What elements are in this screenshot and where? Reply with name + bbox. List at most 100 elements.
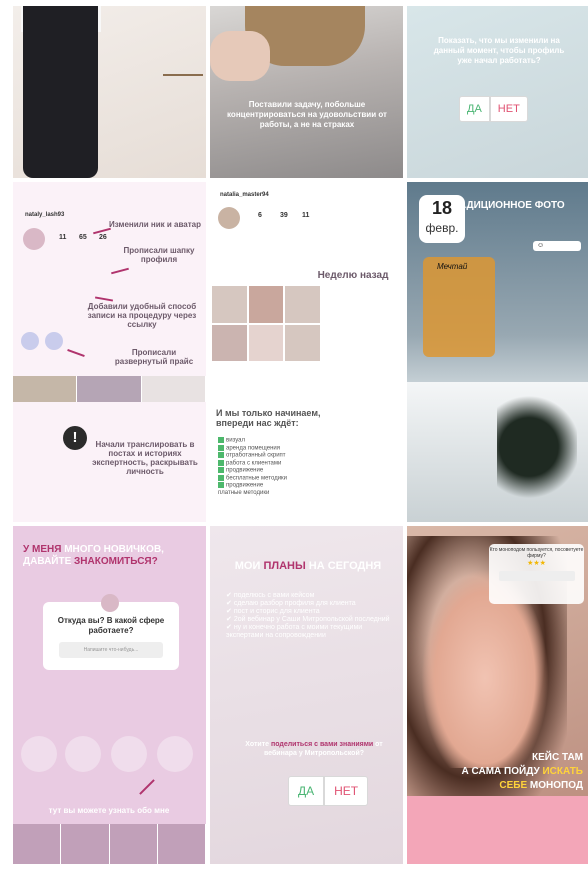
person-graphic — [23, 6, 98, 178]
stool-graphic — [163, 36, 203, 76]
post-thumbnail[interactable] — [13, 824, 62, 864]
post-thumbnails — [13, 376, 206, 402]
caption-line-1: КЕЙС ТАМ — [532, 752, 583, 763]
question-sticker[interactable]: Откуда вы? В какой сфере работаете? Напи… — [43, 594, 179, 670]
story-tile-2[interactable]: Поставили задачу, побольше концентрирова… — [210, 6, 403, 178]
profile-username: natalia_master94 — [220, 192, 269, 198]
photo-grid — [212, 286, 320, 361]
annotation-booking: Добавили удобный способ записи на процед… — [87, 302, 197, 329]
story-caption: Поставили задачу, побольше концентрирова… — [227, 100, 387, 129]
poll-no-button[interactable]: НЕТ — [489, 96, 528, 122]
poll-yes-button[interactable]: ДА — [459, 96, 490, 122]
story-headline: У МЕНЯ МНОГО НОВИЧКОВ, ДАВАЙТЕ ЗНАКОМИТЬ… — [23, 544, 164, 567]
check-icon — [218, 444, 224, 451]
photo-thumbnail[interactable] — [248, 286, 284, 323]
plan-item: ✔ поделюсь с вами кейсом — [226, 592, 315, 599]
footer-text: тут вы можете узнать обо мне — [48, 806, 170, 815]
photo-thumbnail[interactable] — [212, 286, 247, 323]
annotation-expertise: Начали транслировать в постах и историях… — [92, 440, 198, 476]
story-grid: Поставили задачу, побольше концентрирова… — [0, 0, 588, 869]
poll-buttons: ДА НЕТ — [288, 776, 369, 806]
post-thumbnail[interactable] — [141, 376, 206, 402]
answer-input[interactable]: Напишите что-нибудь... — [59, 642, 163, 658]
annotation-price: Прописали развернутый прайс — [114, 348, 194, 366]
arrow-icon — [111, 267, 129, 275]
checklist-item: продвижение — [218, 467, 287, 475]
check-icon — [218, 467, 224, 474]
stat-followers: 39 — [280, 212, 288, 219]
checklist: визуал аренда помещения отработанный скр… — [218, 437, 287, 497]
emoji-slider[interactable]: ☺ — [533, 241, 581, 251]
checklist-item: визуал — [218, 437, 287, 445]
check-icon — [218, 452, 224, 459]
checklist-item: платные методики — [218, 490, 270, 497]
highlight-circle[interactable] — [65, 736, 101, 772]
story-tile-3[interactable]: Показать, что мы изменили на данный моме… — [407, 6, 588, 178]
poll-question: Показать, что мы изменили на данный моме… — [433, 36, 565, 65]
stat-posts: 11 — [59, 234, 67, 241]
story-tile-9[interactable]: Кто моноподом пользуется, посоветуете фи… — [407, 526, 588, 864]
shirt-graphic — [407, 796, 588, 864]
poll-no-button[interactable]: НЕТ — [324, 776, 369, 806]
plant-graphic — [497, 392, 577, 502]
highlight-circle — [21, 332, 39, 350]
post-thumbnail[interactable] — [61, 824, 110, 864]
check-icon — [218, 459, 224, 466]
arrow-icon — [67, 348, 85, 358]
story-tile-5[interactable]: natalia_master94 6 39 11 Неделю назад И … — [210, 182, 403, 522]
poll-question: Хотите поделиться с вами знаниями от веб… — [245, 741, 383, 757]
photo-thumbnail[interactable] — [248, 324, 284, 361]
mug-graphic — [423, 257, 495, 357]
plan-item: ✔ сделаю разбор профиля для клиента — [226, 600, 356, 607]
checklist-item: продвижение — [218, 482, 287, 490]
caption-line-3: СЕБЕ МОНОПОД — [499, 780, 583, 791]
headline: И мы только начинаем, впереди нас ждёт: — [216, 408, 321, 428]
date-day: 18 — [431, 198, 453, 218]
check-icon — [218, 482, 224, 489]
question-text: Кто моноподом пользуется, посоветуете фи… — [489, 547, 584, 559]
checklist-item: работа с клиентами — [218, 459, 287, 468]
answer-input[interactable] — [498, 571, 575, 581]
story-tile-7[interactable]: У МЕНЯ МНОГО НОВИЧКОВ, ДАВАЙТЕ ЗНАКОМИТЬ… — [13, 526, 206, 864]
caption-line-2: А САМА ПОЙДУ ИСКАТЬ — [461, 766, 583, 777]
highlight-circle — [45, 332, 63, 350]
rating-stars: ★★★ — [527, 560, 546, 567]
post-thumbnail[interactable] — [77, 376, 142, 402]
profile-username: nataly_lash93 — [25, 212, 65, 218]
photo-thumbnail[interactable] — [285, 286, 320, 323]
poll-yes-button[interactable]: ДА — [288, 776, 325, 806]
story-tile-1[interactable] — [13, 6, 206, 178]
post-thumbnail[interactable] — [109, 824, 158, 864]
post-thumbnail[interactable] — [13, 376, 78, 402]
plan-item: ✔ ну и конечно работа с моими текущими э… — [226, 624, 363, 639]
poll-buttons: ДА НЕТ — [459, 96, 528, 122]
annotation-nickname: Изменили ник и аватар — [109, 220, 201, 229]
arrow-icon — [139, 779, 155, 795]
story-tile-8[interactable]: МОИ ПЛАНЫ НА СЕГОДНЯ ✔ поделюсь с вами к… — [210, 526, 403, 864]
annotation-header: Прописали шапку профиля — [123, 246, 195, 264]
stat-following: 11 — [302, 212, 310, 219]
highlight-circle[interactable] — [21, 736, 57, 772]
arrow-icon — [94, 296, 114, 302]
highlight-circle[interactable] — [111, 736, 147, 772]
story-title: ТРАДИЦИОННОЕ ФОТО — [447, 200, 565, 211]
avatar — [218, 207, 240, 229]
hand-graphic — [210, 31, 270, 81]
highlight-circle[interactable] — [157, 736, 193, 772]
stat-following: 26 — [99, 234, 107, 241]
story-tile-6[interactable]: ТРАДИЦИОННОЕ ФОТО 18 февр. ☺ Мечтай — [407, 182, 588, 522]
question-text: Откуда вы? В какой сфере работаете? — [57, 616, 165, 635]
stat-posts: 6 — [258, 212, 262, 219]
week-ago-label: Неделю назад — [317, 270, 389, 281]
plan-item: ✔ пост и сторис для клиента — [226, 608, 320, 615]
checklist-item: бесплатные методики — [218, 474, 287, 483]
photo-thumbnail[interactable] — [212, 324, 247, 361]
photo-thumbnail[interactable] — [285, 324, 320, 361]
story-tile-4[interactable]: nataly_lash93 11 65 26 Изменили ник и ав… — [13, 182, 206, 522]
post-thumbnail[interactable] — [157, 824, 206, 864]
checklist-item: аренда помещения — [218, 444, 287, 453]
question-sticker[interactable]: Кто моноподом пользуется, посоветуете фи… — [489, 544, 584, 604]
post-thumbnails — [13, 824, 206, 864]
mug-label: Мечтай — [437, 262, 468, 271]
date-sticker: 18 февр. — [419, 195, 465, 243]
